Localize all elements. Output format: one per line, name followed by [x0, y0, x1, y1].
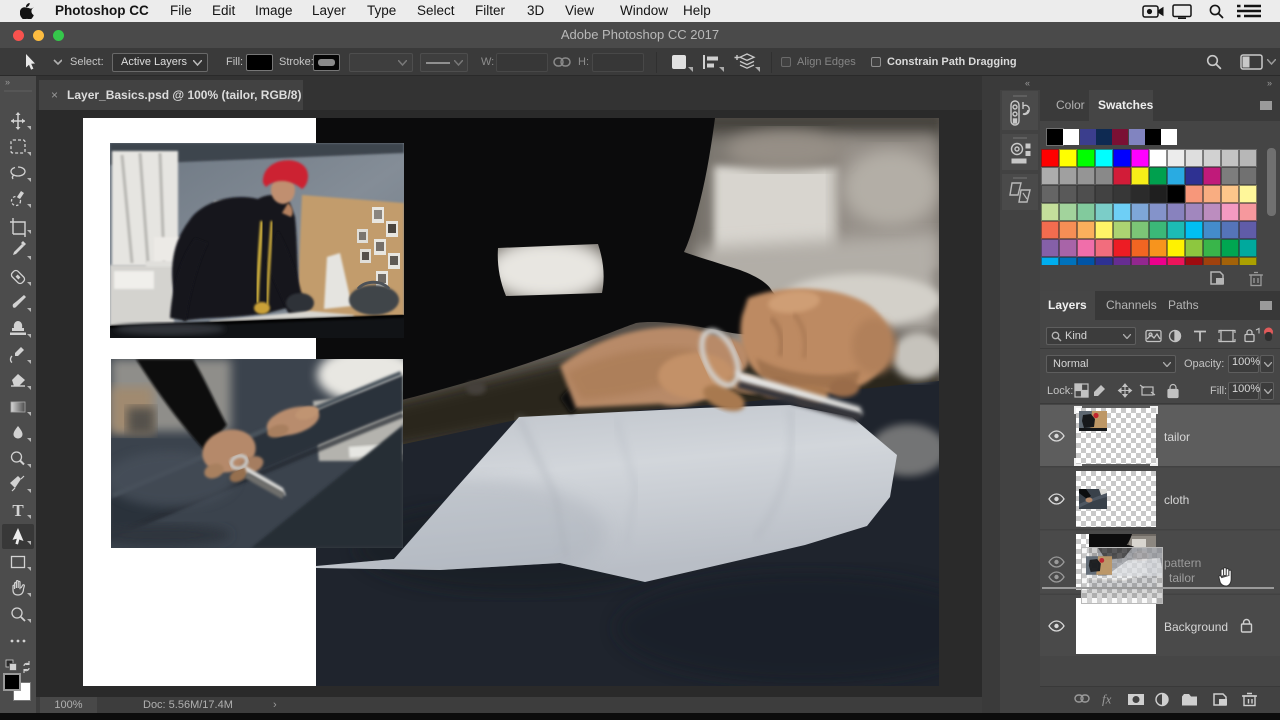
svg-text:T: T [12, 501, 24, 520]
svg-text:fx: fx [1102, 692, 1112, 707]
